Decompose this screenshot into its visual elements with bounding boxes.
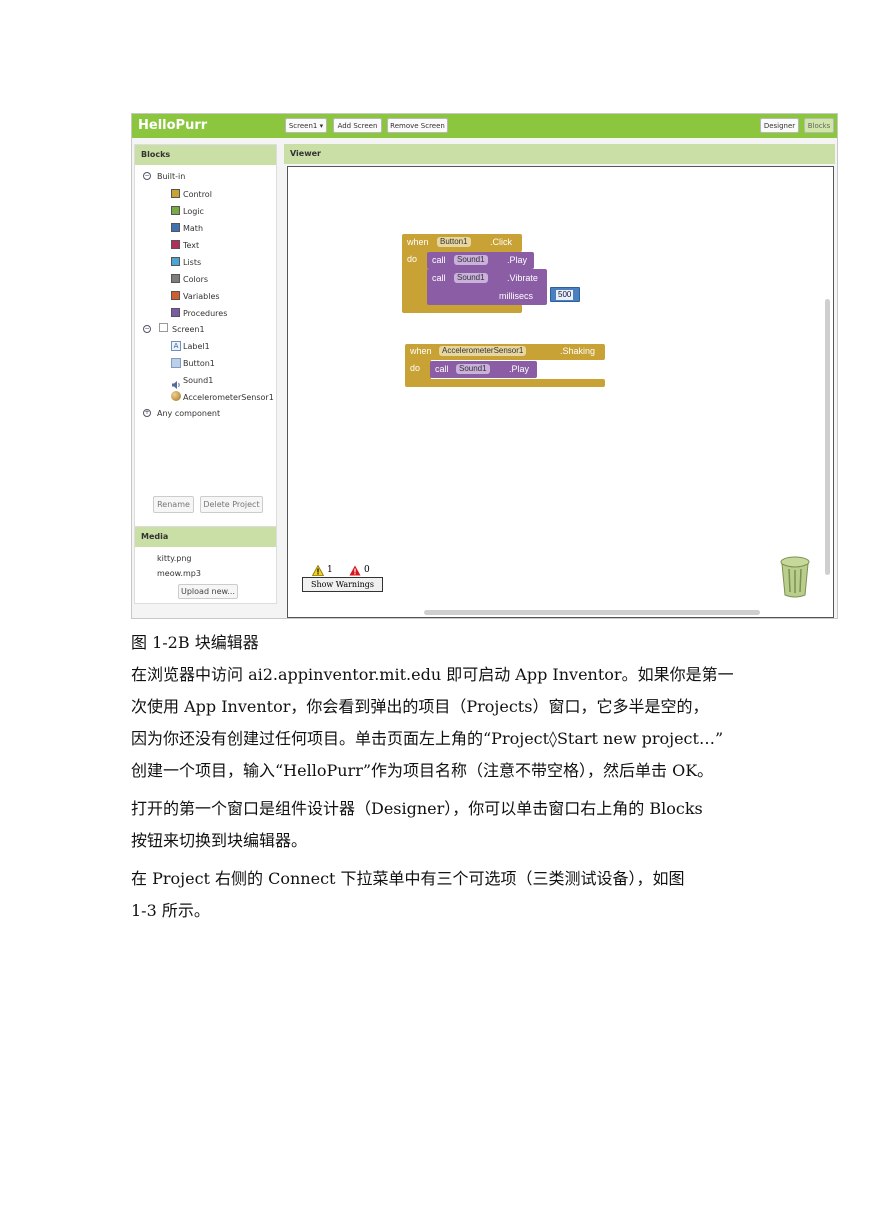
button-icon [171, 358, 181, 368]
paragraph-1-line-2: 次使用 App Inventor，你会看到弹出的项目（Projects）窗口，它… [131, 697, 709, 716]
when-label: when [410, 346, 432, 356]
remove-screen-button[interactable]: Remove Screen [387, 118, 448, 133]
show-warnings-button[interactable]: Show Warnings [302, 577, 383, 592]
millisecs-label: millisecs [499, 291, 534, 301]
app-inventor-screenshot: HelloPurr Screen1 ▾ Add Screen Remove Sc… [131, 113, 838, 619]
number-block[interactable]: 500 [550, 287, 580, 302]
delete-project-button[interactable]: Delete Project [200, 496, 263, 513]
event-header: when Button1 .Click [402, 234, 522, 252]
sound1-dropdown[interactable]: Sound1 [454, 255, 488, 265]
screen-select-button[interactable]: Screen1 ▾ [285, 118, 327, 133]
call-sound1-vibrate-block[interactable]: call Sound1 .Vibrate millisecs [427, 269, 547, 305]
tree-builtin-logic[interactable]: Logic [183, 207, 204, 216]
designer-button[interactable]: Designer [760, 118, 799, 133]
category-color-swatch [171, 308, 180, 317]
number-value[interactable]: 500 [556, 290, 574, 300]
accelerometer-icon [171, 391, 181, 401]
add-screen-button[interactable]: Add Screen [333, 118, 382, 133]
tree-component-sound1[interactable]: Sound1 [183, 376, 213, 385]
click-event-label: .Click [490, 237, 512, 247]
paragraph-3-line-1: 在 Project 右侧的 Connect 下拉菜单中有三个可选项（三类测试设备… [131, 869, 685, 888]
media-panel: Media kitty.png meow.mp3 Upload new... [134, 526, 277, 604]
top-bar: HelloPurr Screen1 ▾ Add Screen Remove Sc… [132, 114, 837, 138]
shaking-event-label: .Shaking [560, 346, 596, 356]
accelerometersensor1-dropdown[interactable]: AccelerometerSensor1 [439, 346, 527, 356]
event-header: when AccelerometerSensor1 .Shaking [405, 344, 605, 360]
paragraph-1-line-1: 在浏览器中访问 ai2.appinventor.mit.edu 即可启动 App… [131, 665, 734, 684]
tree-builtin[interactable]: Built-in [157, 172, 185, 181]
category-color-swatch [171, 291, 180, 300]
tree-builtin-procedures[interactable]: Procedures [183, 309, 227, 318]
play-method-label: .Play [507, 255, 528, 265]
figure-caption: 图 1-2B 块编辑器 [131, 633, 259, 652]
vibrate-method-label: .Vibrate [507, 273, 538, 283]
tree-builtin-colors[interactable]: Colors [183, 275, 208, 284]
do-label: do [407, 254, 418, 264]
tree-builtin-text[interactable]: Text [183, 241, 199, 250]
errors-count: 0 [364, 565, 370, 575]
do-slot: do [402, 251, 428, 305]
warnings-count: 1 [327, 565, 333, 575]
paragraph-1-line-4: 创建一个项目，输入“HelloPurr”作为项目名称（注意不带空格），然后单击 … [131, 761, 714, 780]
tree-builtin-math[interactable]: Math [183, 224, 203, 233]
category-color-swatch [171, 206, 180, 215]
call-sound1-play-block[interactable]: call Sound1 .Play [430, 361, 537, 378]
paragraph-2-line-2: 按钮来切换到块编辑器。 [131, 831, 308, 850]
tree-builtin-lists[interactable]: Lists [183, 258, 201, 267]
do-slot: do [405, 359, 431, 380]
do-label: do [410, 363, 421, 373]
media-file-meow[interactable]: meow.mp3 [157, 569, 201, 578]
category-color-swatch [171, 274, 180, 283]
category-color-swatch [171, 257, 180, 266]
call-label: call [432, 255, 446, 265]
paragraph-2-line-1: 打开的第一个窗口是组件设计器（Designer），你可以单击窗口右上角的 Blo… [131, 799, 703, 818]
tree-builtin-control[interactable]: Control [183, 190, 212, 199]
call-label: call [435, 364, 449, 374]
viewer-header: Viewer [284, 144, 835, 164]
expand-any-component-icon[interactable]: + [143, 409, 151, 417]
call-label: call [432, 273, 446, 283]
paragraph-1-line-3: 因为你还没有创建过任何项目。单击页面左上角的“Project◊Start new… [131, 729, 724, 748]
warning-icon [312, 565, 324, 576]
tree-component-button1[interactable]: Button1 [183, 359, 215, 368]
tree-screen1[interactable]: Screen1 [172, 325, 205, 334]
category-color-swatch [171, 189, 180, 198]
upload-new-button[interactable]: Upload new... [178, 584, 238, 599]
blocks-panel-header: Blocks [135, 145, 276, 165]
event-footer [405, 379, 605, 387]
call-sound1-play-block[interactable]: call Sound1 .Play [427, 252, 534, 269]
tree-component-accelerometersensor1[interactable]: AccelerometerSensor1 [183, 393, 274, 402]
app-title: HelloPurr [138, 118, 208, 133]
label-icon: A [171, 341, 181, 351]
sound1-dropdown[interactable]: Sound1 [456, 364, 490, 374]
horizontal-scrollbar[interactable] [424, 610, 760, 615]
collapse-screen-icon[interactable]: − [143, 325, 151, 333]
speaker-icon [171, 375, 181, 389]
media-file-kitty[interactable]: kitty.png [157, 554, 192, 563]
blocks-workspace[interactable]: when Button1 .Click do call Sound1 .Play… [287, 166, 834, 618]
event-footer [402, 304, 522, 313]
error-icon [349, 565, 361, 576]
trash-icon[interactable] [779, 555, 811, 599]
screen-icon [159, 323, 168, 332]
play-method-label: .Play [509, 364, 530, 374]
when-label: when [407, 237, 429, 247]
category-color-swatch [171, 240, 180, 249]
category-color-swatch [171, 223, 180, 232]
media-panel-header: Media [135, 527, 276, 547]
tree-any-component[interactable]: Any component [157, 409, 220, 418]
blocks-panel: Blocks − Built-in Control Logic Math Text Li… [134, 144, 277, 548]
button1-dropdown[interactable]: Button1 [437, 237, 471, 247]
paragraph-3-line-2: 1-3 所示。 [131, 901, 210, 920]
blocks-button[interactable]: Blocks [804, 118, 834, 133]
tree-component-label1[interactable]: Label1 [183, 342, 210, 351]
vertical-scrollbar[interactable] [825, 299, 830, 575]
sound1-dropdown[interactable]: Sound1 [454, 273, 488, 283]
rename-button[interactable]: Rename [153, 496, 194, 513]
collapse-builtin-icon[interactable]: − [143, 172, 151, 180]
tree-builtin-variables[interactable]: Variables [183, 292, 220, 301]
